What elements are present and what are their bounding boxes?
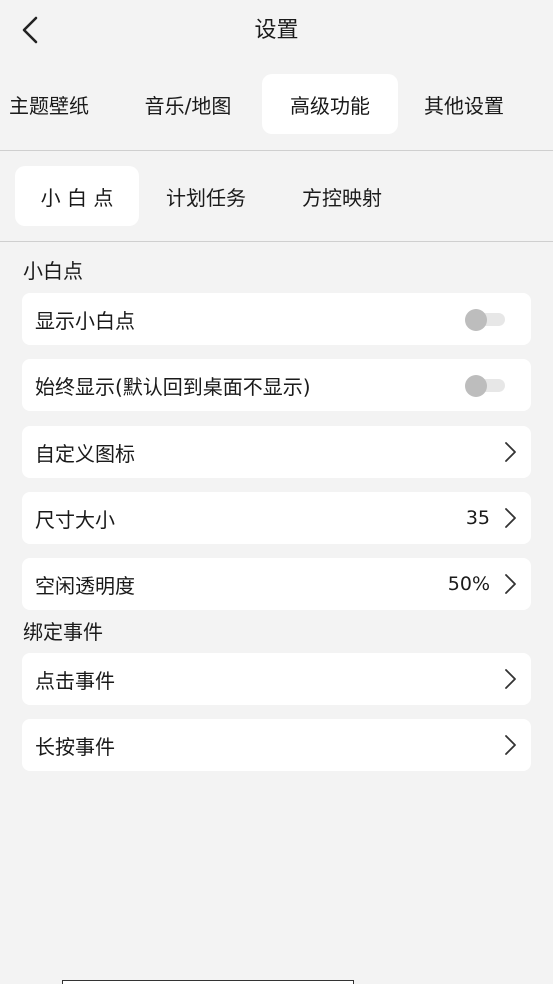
bottom-bar xyxy=(62,980,354,984)
show-small-dot-toggle[interactable] xyxy=(465,309,507,331)
divider xyxy=(0,150,553,151)
chevron-right-icon xyxy=(505,442,516,462)
header: 设置 xyxy=(0,0,553,60)
row-label: 空闲透明度 xyxy=(35,573,135,598)
chevron-right-icon xyxy=(505,508,516,528)
tab-theme-wallpaper[interactable]: 主题壁纸 xyxy=(0,74,98,134)
chevron-right-icon xyxy=(505,735,516,755)
row-label: 始终显示(默认回到桌面不显示) xyxy=(35,374,311,399)
chevron-right-icon xyxy=(505,669,516,689)
main-tab-bar: 主题壁纸 音乐/地图 高级功能 其他设置 xyxy=(0,74,553,134)
long-press-event-row[interactable]: 长按事件 xyxy=(22,719,531,771)
tab-other-settings[interactable]: 其他设置 xyxy=(410,74,518,134)
row-label: 自定义图标 xyxy=(35,441,135,466)
section-title-small-dot: 小白点 xyxy=(23,259,83,283)
toggle-knob xyxy=(465,375,487,397)
tab-scheduled-tasks[interactable]: 计划任务 xyxy=(150,166,262,226)
idle-opacity-row[interactable]: 空闲透明度 50% xyxy=(22,558,531,610)
tab-advanced-features[interactable]: 高级功能 xyxy=(262,74,398,134)
row-label: 长按事件 xyxy=(35,734,115,759)
tab-music-map[interactable]: 音乐/地图 xyxy=(128,74,248,134)
click-event-row[interactable]: 点击事件 xyxy=(22,653,531,705)
section-title-bind-events: 绑定事件 xyxy=(23,620,103,644)
always-show-row[interactable]: 始终显示(默认回到桌面不显示) xyxy=(22,359,531,411)
toggle-knob xyxy=(465,309,487,331)
divider xyxy=(0,241,553,242)
always-show-toggle[interactable] xyxy=(465,375,507,397)
tab-small-dot[interactable]: 小 白 点 xyxy=(15,166,139,226)
size-value: 35 xyxy=(465,507,490,529)
page-title: 设置 xyxy=(254,18,299,43)
size-row[interactable]: 尺寸大小 35 xyxy=(22,492,531,544)
tab-steering-mapping[interactable]: 方控映射 xyxy=(286,166,398,226)
row-label: 点击事件 xyxy=(35,668,115,693)
custom-icon-row[interactable]: 自定义图标 xyxy=(22,426,531,478)
chevron-right-icon xyxy=(505,574,516,594)
show-small-dot-row[interactable]: 显示小白点 xyxy=(22,293,531,345)
row-label: 尺寸大小 xyxy=(35,507,115,532)
sub-tab-bar: 小 白 点 计划任务 方控映射 xyxy=(0,166,553,226)
row-label: 显示小白点 xyxy=(35,308,135,333)
idle-opacity-value: 50% xyxy=(447,573,490,595)
settings-page: 设置 主题壁纸 音乐/地图 高级功能 其他设置 小 白 点 计划任务 方控映射 … xyxy=(0,0,553,984)
